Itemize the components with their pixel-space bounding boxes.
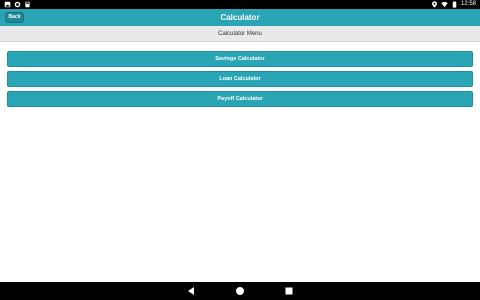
payoff-calculator-button[interactable]: Payoff Calculator <box>7 91 473 107</box>
wifi-icon <box>441 1 448 8</box>
status-time: 12:58 <box>460 1 476 7</box>
status-left-icons <box>4 0 31 9</box>
calculator-menu: Savings Calculator Loan Calculator Payof… <box>7 51 473 111</box>
sub-header-title: Calculator Menu <box>0 26 480 42</box>
app-header: Calculator Back <box>0 9 480 26</box>
app-screen: 12:58 Calculator Back Calculator Menu Sa… <box>0 0 480 300</box>
savings-calculator-button[interactable]: Savings Calculator <box>7 51 473 67</box>
loan-calculator-button[interactable]: Loan Calculator <box>7 71 473 87</box>
recents-square-icon[interactable] <box>284 286 294 296</box>
back-button[interactable]: Back <box>5 12 24 23</box>
battery-icon <box>451 1 458 8</box>
status-bar: 12:58 <box>0 0 480 9</box>
status-right-icons: 12:58 <box>431 0 476 9</box>
page-title: Calculator <box>220 13 260 22</box>
home-circle-icon[interactable] <box>235 286 245 296</box>
back-triangle-icon[interactable] <box>186 286 196 296</box>
photo-icon <box>4 1 11 8</box>
sync-icon <box>14 1 21 8</box>
location-icon <box>431 1 438 8</box>
system-nav-bar <box>0 282 480 300</box>
storage-icon <box>24 1 31 8</box>
